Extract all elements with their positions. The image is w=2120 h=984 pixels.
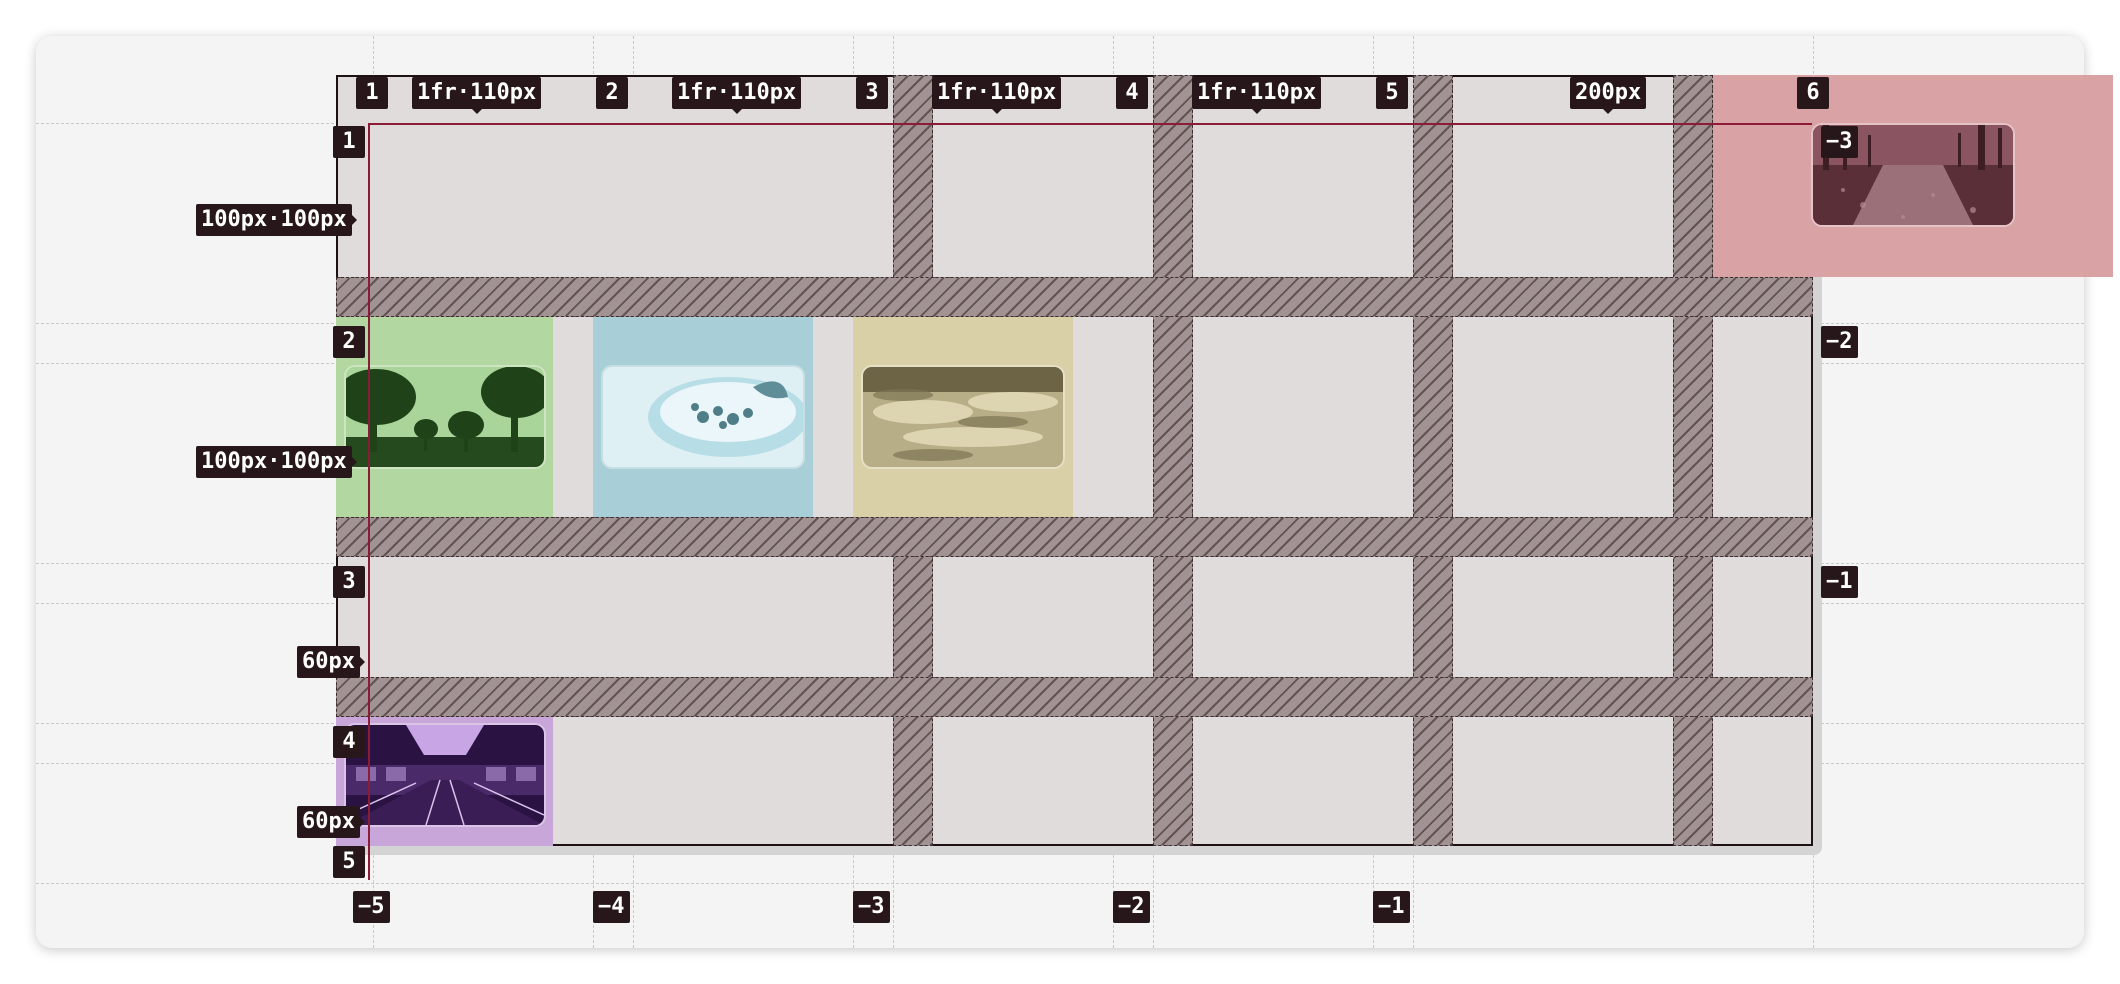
- row-line-number: 3: [333, 566, 365, 598]
- column-track-size: 1fr·110px: [672, 77, 802, 114]
- column-negative-line-number: −3: [853, 891, 890, 923]
- column-track-size: 1fr·110px: [1192, 77, 1322, 114]
- grid-top-edge: [368, 123, 1812, 125]
- grid-container[interactable]: [336, 75, 2113, 846]
- row-track-size: 60px: [297, 646, 365, 678]
- column-line-number: 6: [1797, 77, 1829, 109]
- column-line-number: 5: [1376, 77, 1408, 109]
- column-gap: [1153, 75, 1193, 846]
- row-negative-line-number: −3: [1821, 126, 1858, 158]
- column-line-number: 3: [856, 77, 888, 109]
- grid-item-forest[interactable]: [1713, 75, 2113, 277]
- row-line-number: 2: [333, 326, 365, 358]
- column-negative-line-number: −1: [1373, 891, 1410, 923]
- clouds-image: [863, 367, 1063, 467]
- guide-line: [36, 883, 2084, 884]
- grid-item-bowl[interactable]: [593, 317, 813, 517]
- row-negative-line-number: −2: [1821, 326, 1858, 358]
- column-gap: [1413, 75, 1453, 846]
- row-gap: [336, 517, 1813, 557]
- column-line-number: 4: [1116, 77, 1148, 109]
- row-line-number: 1: [333, 126, 365, 158]
- row-negative-line-number: −1: [1821, 566, 1858, 598]
- row-line-number: 4: [333, 726, 365, 758]
- column-track-size: 200px: [1570, 77, 1647, 114]
- row-track-size: 100px·100px: [196, 204, 357, 236]
- column-negative-line-number: −2: [1113, 891, 1150, 923]
- column-gap: [1673, 75, 1713, 846]
- column-track-size: 1fr·110px: [412, 77, 542, 114]
- grid-left-edge: [368, 123, 370, 880]
- trees-image: [346, 367, 544, 467]
- row-line-number: 5: [333, 846, 365, 878]
- row-track-size: 100px·100px: [196, 446, 357, 478]
- column-negative-line-number: −5: [353, 891, 390, 923]
- row-track-size: 60px: [297, 806, 365, 838]
- row-gap: [336, 277, 1813, 317]
- station-image: [346, 725, 544, 825]
- bowl-image: [603, 367, 803, 467]
- column-line-number: 1: [356, 77, 388, 109]
- column-track-size: 1fr·110px: [932, 77, 1062, 114]
- row-gap: [336, 677, 1813, 717]
- column-negative-line-number: −4: [593, 891, 630, 923]
- grid-item-clouds[interactable]: [853, 317, 1073, 517]
- column-line-number: 2: [596, 77, 628, 109]
